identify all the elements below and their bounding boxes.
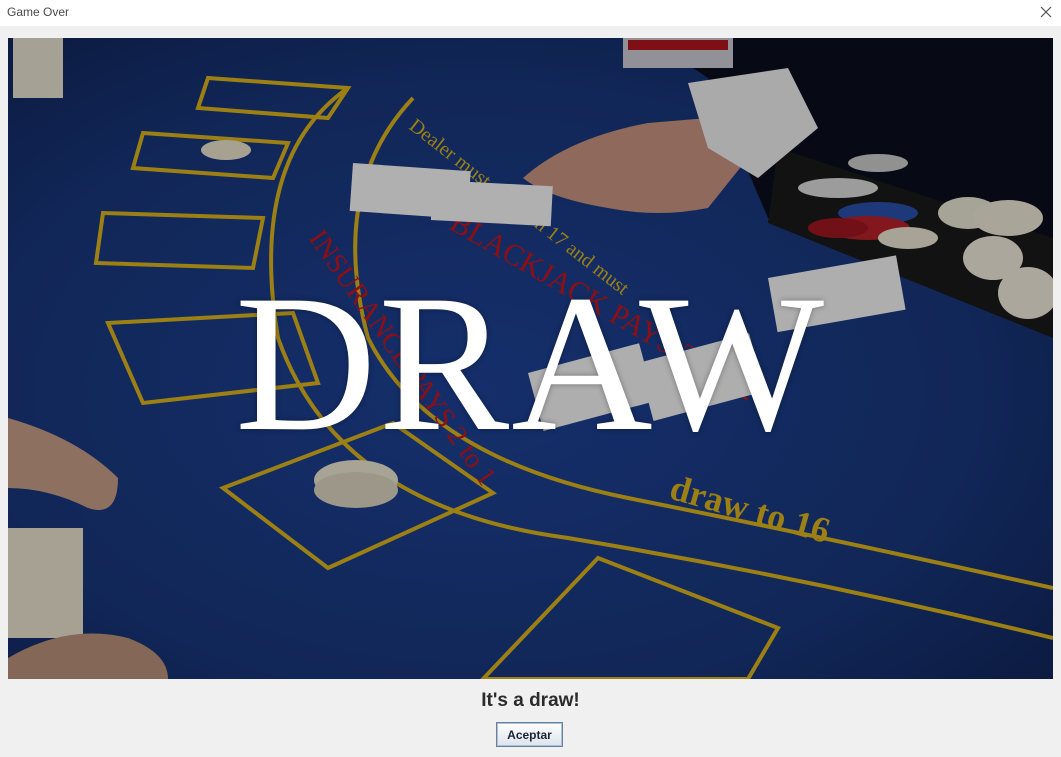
result-message: It's a draw! bbox=[481, 690, 580, 711]
title-bar: Game Over bbox=[0, 0, 1061, 26]
close-icon bbox=[1040, 6, 1052, 18]
result-image: INSURANCE PAYS 2 to 1 BLACKJACK PAYS 3 T… bbox=[8, 38, 1053, 679]
window-title: Game Over bbox=[7, 5, 70, 19]
close-button[interactable] bbox=[1037, 3, 1055, 21]
draw-overlay-text: DRAW bbox=[234, 255, 827, 472]
accept-button[interactable]: Aceptar bbox=[496, 722, 563, 747]
